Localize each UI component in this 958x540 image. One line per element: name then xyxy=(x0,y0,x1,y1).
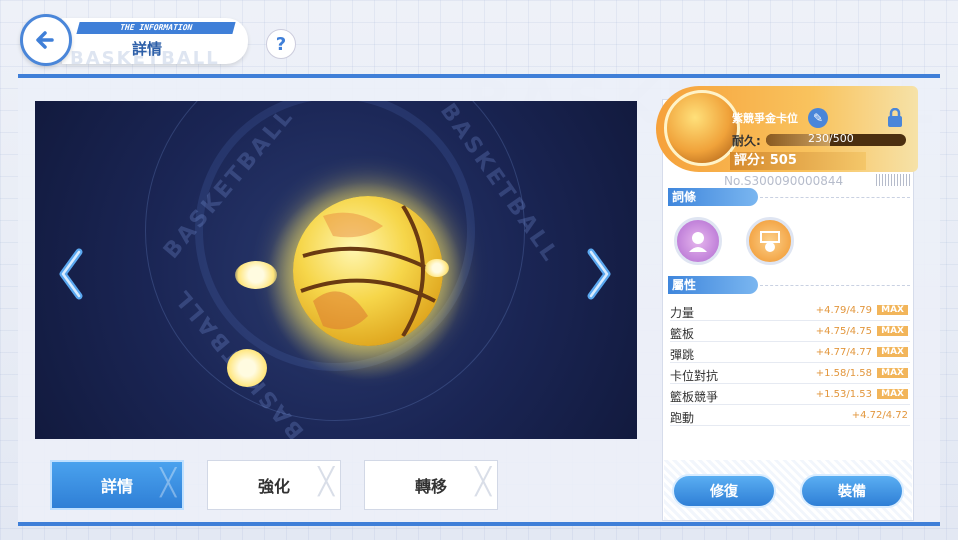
page-title: 詳情 xyxy=(132,40,163,58)
repair-button[interactable]: 修復 xyxy=(672,474,776,508)
item-name: 紫競爭金卡位 xyxy=(732,112,798,125)
title-tag: THE INFORMATION xyxy=(76,22,236,34)
affix-section-title: 詞條 xyxy=(668,188,758,206)
stat-row: 彈跳 +4.77/4.77 MAX xyxy=(670,343,910,363)
edit-icon[interactable]: ✎ xyxy=(808,108,828,128)
tab-label: 轉移 xyxy=(414,477,447,496)
stat-value: +4.75/4.75 xyxy=(815,326,872,337)
previous-arrow-icon[interactable] xyxy=(55,246,87,302)
stat-name: 籃板 xyxy=(670,327,695,341)
perk-icon[interactable] xyxy=(746,217,794,265)
stat-name: 力量 xyxy=(670,306,695,320)
arrow-left-icon xyxy=(36,31,54,49)
max-badge: MAX xyxy=(877,368,908,378)
tab-label: 強化 xyxy=(257,477,290,496)
tab-details[interactable]: ╳ 詳情 xyxy=(50,460,184,510)
glow-orb xyxy=(235,261,277,289)
item-viewer: BASKETBALL BASKETBALL BASKETBALL xyxy=(35,101,637,439)
glow-orb xyxy=(425,259,449,277)
tab-decoration-icon: ╳ xyxy=(475,467,491,497)
rebound-icon xyxy=(760,231,780,252)
stat-value: +1.53/1.53 xyxy=(815,389,872,400)
tab-transfer[interactable]: ╳ 轉移 xyxy=(364,460,498,510)
tab-decoration-icon: ╳ xyxy=(318,467,334,497)
basketball-image[interactable] xyxy=(293,196,443,346)
player-head-icon xyxy=(689,232,707,252)
tab-decoration-icon: ╳ xyxy=(160,468,176,498)
durability-label: 耐久: xyxy=(732,134,761,148)
stat-row: 卡位對抗 +1.58/1.58 MAX xyxy=(670,364,910,384)
stat-row: 跑動 +4.72/4.72 xyxy=(670,406,910,426)
stat-row: 籃板競爭 +1.53/1.53 MAX xyxy=(670,385,910,405)
max-badge: MAX xyxy=(877,347,908,357)
equip-button[interactable]: 裝備 xyxy=(800,474,904,508)
durability-value: 230/500 xyxy=(808,132,854,145)
stat-value: +4.72/4.72 xyxy=(851,410,908,421)
max-badge: MAX xyxy=(877,389,908,399)
tab-label: 詳情 xyxy=(100,477,133,496)
attribute-section-title: 屬性 xyxy=(668,276,758,294)
divider xyxy=(760,197,910,198)
back-button[interactable] xyxy=(20,14,72,66)
next-arrow-icon[interactable] xyxy=(583,246,615,302)
divider xyxy=(760,285,910,286)
stat-row: 力量 +4.79/4.79 MAX xyxy=(670,301,910,321)
max-badge: MAX xyxy=(877,305,908,315)
max-badge: MAX xyxy=(877,326,908,336)
serial-number: No.S300090000844 xyxy=(724,174,844,188)
stat-row: 籃板 +4.75/4.75 MAX xyxy=(670,322,910,342)
score-label: 評分: 505 xyxy=(730,152,866,170)
stat-name: 彈跳 xyxy=(670,348,695,362)
stat-value: +1.58/1.58 xyxy=(815,368,872,379)
perk-icon[interactable] xyxy=(674,217,722,265)
stat-name: 籃板競爭 xyxy=(670,390,719,404)
stat-name: 跑動 xyxy=(670,411,695,425)
glow-orb xyxy=(227,349,267,387)
stat-value: +4.79/4.79 xyxy=(815,305,872,316)
basketball-lines-icon xyxy=(300,204,436,338)
help-button[interactable]: ? xyxy=(266,29,296,59)
stat-name: 卡位對抗 xyxy=(670,369,719,383)
tab-enhance[interactable]: ╳ 強化 xyxy=(207,460,341,510)
barcode-icon xyxy=(876,174,910,186)
item-thumbnail xyxy=(664,90,740,166)
lock-icon[interactable] xyxy=(886,108,904,128)
stat-value: +4.77/4.77 xyxy=(815,347,872,358)
